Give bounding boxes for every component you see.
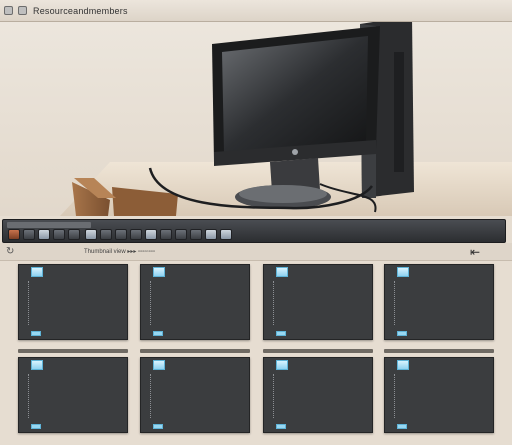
eraser-tool-icon[interactable] — [160, 229, 172, 240]
thumbnail-rail — [267, 374, 274, 418]
thumbnail-tab — [31, 267, 43, 277]
thumbnail-grid — [0, 261, 512, 445]
thumbnail-tab-bottom — [276, 424, 286, 429]
select-tool-icon[interactable] — [38, 229, 50, 240]
zoom-tool-icon[interactable] — [190, 229, 202, 240]
thumbnail-rail — [22, 281, 29, 325]
thumbnail-tab-bottom — [31, 424, 41, 429]
layers-tool-icon[interactable] — [53, 229, 65, 240]
title-bar: Resourceandmembers — [0, 0, 512, 22]
thumbnail-rail — [267, 281, 274, 325]
text-tool-icon[interactable] — [100, 229, 112, 240]
monitor-illustration — [0, 22, 512, 216]
brush-tool-icon[interactable] — [85, 229, 97, 240]
thumbnail-tab-bottom — [153, 424, 163, 429]
menu-icon[interactable] — [18, 6, 27, 15]
view-options-bar: ↻ Thumbnail view ▸▸▸ ▫▫▫▫▫▫▫▫ ⇤ — [0, 243, 512, 261]
thumbnail-label-4 — [384, 349, 494, 353]
adjust-tool-icon[interactable] — [68, 229, 80, 240]
thumbnail-tab-bottom — [31, 331, 41, 336]
image-tool-icon[interactable] — [8, 229, 20, 240]
refresh-icon[interactable]: ↻ — [6, 246, 14, 257]
window-title: Resourceandmembers — [33, 6, 128, 16]
app-icon[interactable] — [4, 6, 13, 15]
thumbnail-tab — [397, 360, 409, 370]
fill-tool-icon[interactable] — [175, 229, 187, 240]
view-caption: Thumbnail view ▸▸▸ ▫▫▫▫▫▫▫▫ — [84, 249, 156, 255]
thumbnail-8[interactable] — [384, 357, 494, 433]
hand-tool-icon[interactable] — [205, 229, 217, 240]
thumbnail-label-2 — [140, 349, 250, 353]
collapse-panel-icon[interactable]: ⇤ — [470, 245, 480, 259]
thumbnail-tab — [153, 267, 165, 277]
thumbnail-tab — [276, 360, 288, 370]
toolbar — [2, 219, 506, 243]
hero-illustration — [0, 22, 512, 216]
export-tool-icon[interactable] — [220, 229, 232, 240]
transform-tool-icon[interactable] — [130, 229, 142, 240]
thumbnail-tab — [31, 360, 43, 370]
thumbnail-tab-bottom — [153, 331, 163, 336]
thumbnail-tab-bottom — [397, 331, 407, 336]
thumbnail-rail — [144, 374, 151, 418]
thumbnail-tab-bottom — [276, 331, 286, 336]
thumbnail-1[interactable] — [18, 264, 128, 340]
thumbnail-3[interactable] — [263, 264, 373, 340]
thumbnail-label-3 — [263, 349, 373, 353]
thumbnail-label-1 — [18, 349, 128, 353]
thumbnail-tab — [397, 267, 409, 277]
thumbnail-tab-bottom — [397, 424, 407, 429]
shape-tool-icon[interactable] — [115, 229, 127, 240]
thumbnail-2[interactable] — [140, 264, 250, 340]
thumbnail-6[interactable] — [140, 357, 250, 433]
crop-tool-icon[interactable] — [23, 229, 35, 240]
thumbnail-rail — [144, 281, 151, 325]
thumbnail-rail — [388, 374, 395, 418]
thumbnail-rail — [388, 281, 395, 325]
toolbar-header-strip — [7, 222, 91, 228]
thumbnail-tab — [153, 360, 165, 370]
thumbnail-4[interactable] — [384, 264, 494, 340]
clone-tool-icon[interactable] — [145, 229, 157, 240]
thumbnail-tab — [276, 267, 288, 277]
thumbnail-5[interactable] — [18, 357, 128, 433]
thumbnail-7[interactable] — [263, 357, 373, 433]
thumbnail-rail — [22, 374, 29, 418]
